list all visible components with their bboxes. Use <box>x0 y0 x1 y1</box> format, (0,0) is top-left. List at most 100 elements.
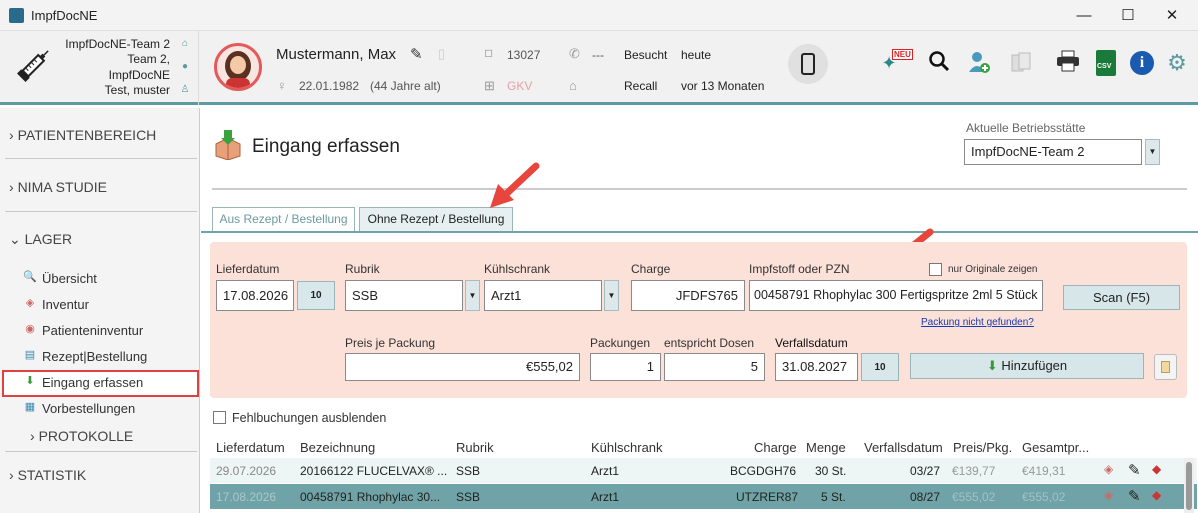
patient-name[interactable]: Mustermann, Max <box>276 46 396 63</box>
column-header-verfallsdatum[interactable]: Verfallsdatum <box>864 440 943 455</box>
kuehlschrank-select[interactable]: Arzt1 <box>484 280 602 311</box>
dosen-input[interactable]: 5 <box>664 353 765 381</box>
nav-divider <box>5 158 197 159</box>
nav-section-label: PATIENTENBEREICH <box>17 127 157 143</box>
table-scrollbar[interactable] <box>1184 458 1194 513</box>
phone-value: --- <box>592 48 604 62</box>
verfallsdatum-input[interactable]: 31.08.2027 <box>775 353 858 381</box>
lieferdatum-input[interactable]: 17.08.2026 <box>216 280 294 311</box>
cell-charge: UTZRER87 <box>736 490 799 504</box>
nav-section-patientenbereich[interactable]: › PATIENTENBEREICH <box>9 127 156 143</box>
fehlbuchungen-label: Fehlbuchungen ausblenden <box>232 411 387 425</box>
address-home-icon: ⌂ <box>569 78 577 93</box>
edit-row-icon[interactable]: ✎ <box>1128 487 1141 505</box>
rubrik-dropdown-icon[interactable]: ▼ <box>465 280 480 311</box>
table-row-selected[interactable]: 17.08.2026 00458791 Rhophylac 30... SSB … <box>210 484 1197 509</box>
column-header-gesamtpreis[interactable]: Gesamtpr... <box>1022 440 1089 455</box>
mobile-icon <box>801 53 815 75</box>
column-header-bezeichnung[interactable]: Bezeichnung <box>300 440 375 455</box>
team-user-icon: ● <box>181 61 189 72</box>
edit-row-icon[interactable]: ✎ <box>1128 461 1141 479</box>
column-header-kuehlschrank[interactable]: Kühlschrank <box>591 440 663 455</box>
rubrik-select[interactable]: SSB <box>345 280 463 311</box>
new-badge: NEU <box>892 49 913 60</box>
csv-export-icon[interactable]: CSV <box>1096 50 1116 76</box>
nav-item-eingang-erfassen[interactable]: ⬇ Eingang erfassen <box>25 375 144 390</box>
originale-checkbox[interactable] <box>929 263 942 276</box>
maximize-button[interactable]: ☐ <box>1113 5 1143 27</box>
preis-input[interactable]: €555,02 <box>345 353 580 381</box>
delete-package-icon[interactable]: ◆ <box>1152 488 1161 502</box>
verfallsdatum-calendar-icon[interactable]: 10 <box>861 353 899 381</box>
inventory-box-icon: ◈ <box>25 297 35 309</box>
cell-preis: €139,77 <box>952 464 996 478</box>
patient-header: ImpfDocNE-Team 2 Team 2, ImpfDocNE Test,… <box>0 31 1198 105</box>
nav-section-label: STATISTIK <box>17 467 87 483</box>
betriebsstaette-select[interactable]: ImpfDocNE-Team 2 <box>964 139 1142 165</box>
nav-section-protokolle[interactable]: › PROTOKOLLE <box>30 428 133 444</box>
nav-section-label: PROTOKOLLE <box>38 428 134 444</box>
copy-patient-icon[interactable] <box>1008 50 1034 76</box>
betriebsstaette-dropdown-icon[interactable]: ▼ <box>1145 139 1160 165</box>
column-header-lieferdatum[interactable]: Lieferdatum <box>216 440 285 455</box>
package-icon[interactable]: ◈ <box>1104 462 1113 476</box>
table-row[interactable]: 29.07.2026 20166122 FLUCELVAX® ... SSB A… <box>210 458 1197 483</box>
cell-preis: €555,02 <box>952 490 996 504</box>
home-icon: ⌂ <box>181 38 189 49</box>
trash-icon[interactable]: ▯ <box>438 46 445 62</box>
scrollbar-thumb[interactable] <box>1186 462 1192 510</box>
print-icon[interactable] <box>1055 50 1081 76</box>
fehlbuchungen-checkbox[interactable] <box>213 411 226 424</box>
column-header-rubrik[interactable]: Rubrik <box>456 440 494 455</box>
clear-form-button[interactable] <box>1154 354 1177 380</box>
minimize-button[interactable]: — <box>1069 5 1099 27</box>
packung-nicht-gefunden-link[interactable]: Packung nicht gefunden? <box>921 317 1034 328</box>
verfallsdatum-label: Verfallsdatum <box>775 336 848 350</box>
patient-avatar[interactable] <box>214 43 262 91</box>
betriebsstaette-label: Aktuelle Betriebsstätte <box>966 121 1086 135</box>
originale-label: nur Originale zeigen <box>948 264 1038 275</box>
hinzufuegen-button[interactable]: ⬇ Hinzufügen <box>910 353 1144 379</box>
nav-item-rezept-bestellung[interactable]: ▤ Rezept|Bestellung <box>25 349 147 364</box>
nav-item-vorbestellungen[interactable]: ▦ Vorbestellungen <box>25 401 135 416</box>
scan-button[interactable]: Scan (F5) <box>1063 285 1180 310</box>
impfstoff-input[interactable]: 00458791 Rhophylac 300 Fertigspritze 2ml… <box>749 280 1043 311</box>
nav-item-label: Patienteninventur <box>42 323 144 338</box>
nav-section-lager[interactable]: ⌄ LAGER <box>9 231 72 248</box>
phone-icon: ✆ <box>569 46 580 61</box>
column-header-preis[interactable]: Preis/Pkg. <box>953 440 1012 455</box>
annotation-arrow-tab <box>490 162 540 208</box>
nav-section-statistik[interactable]: › STATISTIK <box>9 467 86 483</box>
impfstoff-label: Impfstoff oder PZN <box>749 262 850 276</box>
edit-icon[interactable]: ✎ <box>410 45 423 63</box>
search-icon[interactable] <box>926 50 952 76</box>
tab-aus-rezept[interactable]: Aus Rezept / Bestellung <box>212 207 355 231</box>
info-icon[interactable]: i <box>1130 51 1154 75</box>
column-header-charge[interactable]: Charge <box>754 440 797 455</box>
nav-section-nima-studie[interactable]: › NIMA STUDIE <box>9 179 107 195</box>
add-patient-icon[interactable] <box>966 50 992 76</box>
birthdate: 22.01.1982 <box>299 79 360 93</box>
nav-item-patienteninventur[interactable]: ◉ Patienteninventur <box>25 323 144 338</box>
calendar-day: 10 <box>874 362 886 373</box>
kuehlschrank-dropdown-icon[interactable]: ▼ <box>604 280 619 311</box>
delete-package-icon[interactable]: ◆ <box>1152 462 1161 476</box>
column-header-menge[interactable]: Menge <box>806 440 846 455</box>
nav-item-label: Eingang erfassen <box>42 375 144 390</box>
lieferdatum-calendar-icon[interactable]: 10 <box>297 281 335 310</box>
nav-item-inventur[interactable]: ◈ Inventur <box>26 297 89 312</box>
mobile-button[interactable] <box>788 44 828 84</box>
close-button[interactable]: ✕ <box>1157 5 1187 27</box>
cell-charge: BCGDGH76 <box>730 464 797 478</box>
title-divider <box>212 188 1187 190</box>
packungen-input[interactable]: 1 <box>590 353 661 381</box>
calendar-day: 10 <box>310 290 322 301</box>
patient-inventory-icon: ◉ <box>25 323 35 335</box>
window-title: ImpfDocNE <box>31 8 98 23</box>
charge-input[interactable]: JFDFS765 <box>631 280 745 311</box>
cell-bezeichnung: 00458791 Rhophylac 30... <box>300 490 441 504</box>
settings-gear-icon[interactable]: ⚙ <box>1164 50 1190 76</box>
package-icon[interactable]: ◈ <box>1104 488 1113 502</box>
kuehlschrank-label: Kühlschrank <box>484 262 551 276</box>
nav-item-uebersicht[interactable]: 🔍 Übersicht <box>23 271 97 286</box>
